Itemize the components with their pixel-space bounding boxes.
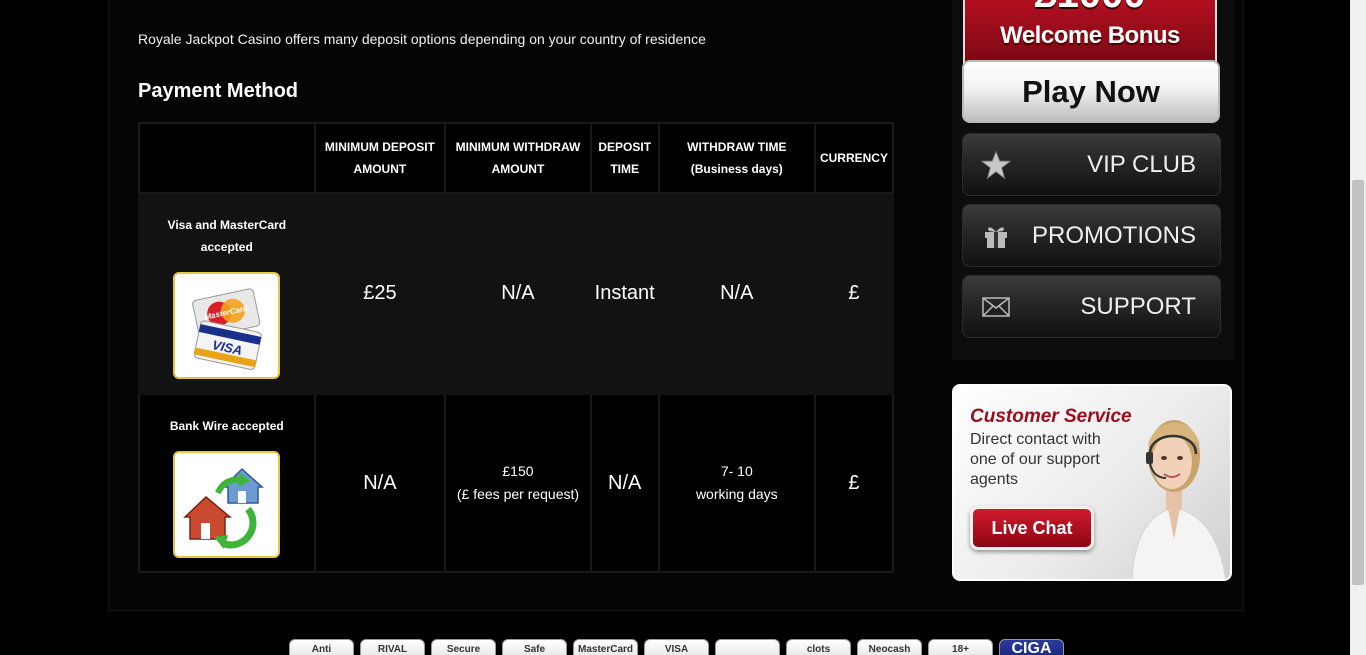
bank-wire-logo [173,450,281,558]
gift-icon [981,223,1011,249]
table-row: Visa and MasterCardaccepted MasterCard [138,192,895,395]
footer-badges: Anti RIVAL Secure Safe MasterCard VISA c… [289,639,1064,655]
rival-badge[interactable]: RIVAL [360,639,425,655]
header-currency: CURRENCY [813,122,895,194]
payment-methods-table: MINIMUM DEPOSIT AMOUNT MINIMUM WITHDRAW AM… [138,122,895,573]
age-18-badge[interactable]: 18+ [928,639,993,655]
table-row: Bank Wire accepted N/A £150 (£ fees per … [138,393,895,573]
promotions-button[interactable]: PROMOTIONS [962,204,1221,267]
method-cell: Visa and MasterCardaccepted MasterCard [138,192,316,395]
intro-text: Royale Jackpot Casino offers many deposi… [138,31,706,47]
withdraw-time-cell: 7- 10 working days [657,393,816,573]
live-chat-button[interactable]: Live Chat [970,506,1094,550]
header-min-withdraw: MINIMUM WITHDRAW AMOUNT [444,122,592,194]
star-icon [981,150,1011,180]
ciga-badge[interactable]: CIGA [999,639,1064,655]
bonus-label: Welcome Bonus [1000,22,1180,49]
min-deposit-cell: £25 [313,192,447,395]
vip-club-label: VIP CLUB [1087,150,1196,178]
envelope-icon [981,294,1011,320]
secure-badge[interactable]: Secure [431,639,496,655]
anti-spam-badge[interactable]: Anti [289,639,354,655]
header-min-deposit: MINIMUM DEPOSIT AMOUNT [313,122,447,194]
table-header-row: MINIMUM DEPOSIT AMOUNT MINIMUM WITHDRAW AM… [138,122,895,194]
promotions-label: PROMOTIONS [1031,221,1196,249]
customer-service-title: Customer Service [970,406,1132,427]
section-title: Payment Method [138,80,299,102]
currency-cell: £ [813,393,895,573]
vip-club-button[interactable]: VIP CLUB [962,133,1221,196]
header-withdraw-time: WITHDRAW TIME (Business days) [657,122,816,194]
min-withdraw-cell: N/A [444,192,592,395]
header-deposit-time: DEPOSIT TIME [589,122,660,194]
support-button[interactable]: SUPPORT [962,275,1221,338]
bonus-amount: £1000 [965,0,1215,17]
method-cell: Bank Wire accepted [138,393,316,573]
support-label: SUPPORT [1080,292,1196,320]
customer-service-description: Direct contact with one of our support a… [970,431,1101,488]
customer-service-panel: Customer Service Direct contact with one… [952,384,1232,581]
currency-cell: £ [813,192,895,395]
clots-badge[interactable]: clots [786,639,851,655]
scrollbar-thumb[interactable] [1352,180,1364,585]
deposit-time-cell: Instant [589,192,660,395]
min-withdraw-cell: £150 (£ fees per request) [444,393,592,573]
play-now-button[interactable]: Play Now [962,60,1220,123]
welcome-bonus-banner[interactable]: £1000 Welcome Bonus [963,0,1217,66]
withdraw-time-cell: N/A [657,192,816,395]
mastercard-badge[interactable]: MasterCard [573,639,638,655]
generic-badge[interactable] [715,639,780,655]
visa-badge[interactable]: VISA [644,639,709,655]
min-deposit-cell: N/A [313,393,447,573]
visa-mastercard-logo: MasterCard VISA [173,272,281,379]
deposit-time-cell: N/A [589,393,660,573]
safe-badge[interactable]: Safe [502,639,567,655]
support-agent-image [1131,420,1227,579]
neocash-badge[interactable]: Neocash [857,639,922,655]
header-method [138,122,316,194]
